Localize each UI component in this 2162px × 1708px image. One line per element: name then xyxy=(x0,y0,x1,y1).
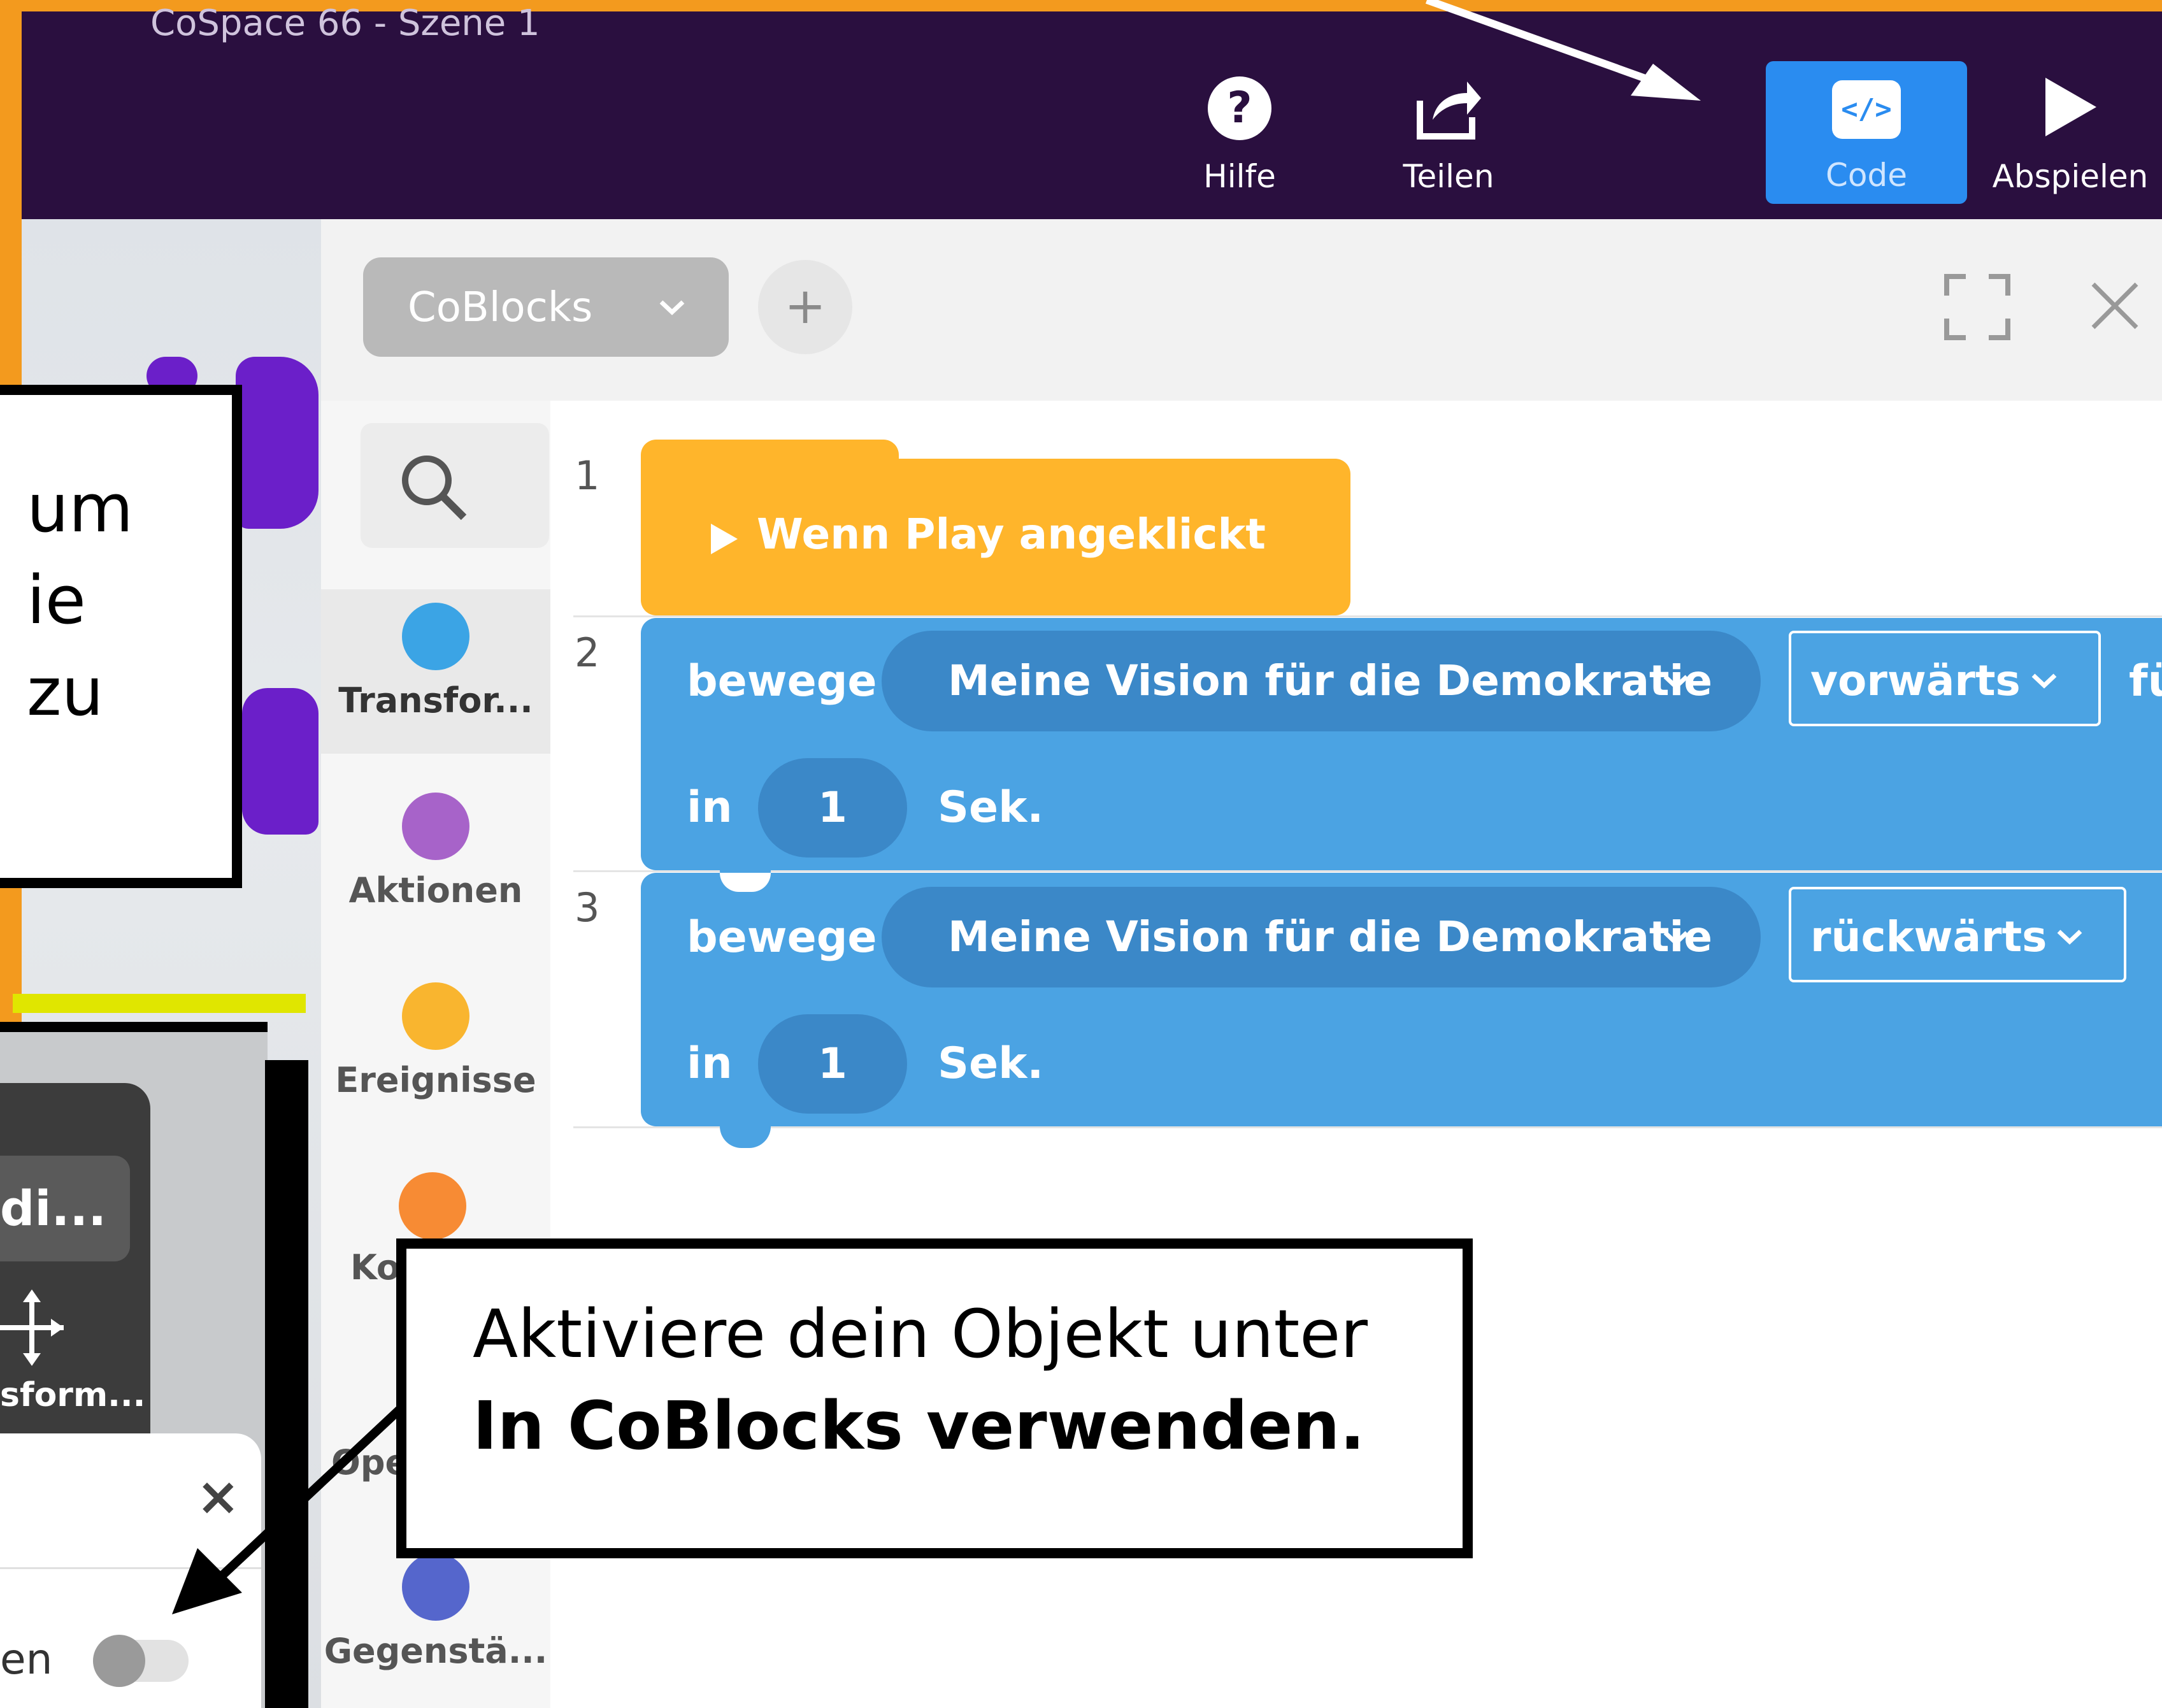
control-icon xyxy=(399,1172,466,1240)
object-dropdown-label: Meine Vision für die Demokratie xyxy=(948,656,1712,705)
unit-label: Sek. xyxy=(938,1038,1044,1089)
flag-icon xyxy=(402,982,469,1050)
edit-button[interactable]: di... xyxy=(0,1156,130,1261)
scene-ground-stripe xyxy=(13,994,306,1013)
line-number: 3 xyxy=(575,884,600,931)
category-label: Gegenstä... xyxy=(324,1631,548,1671)
category-transform[interactable]: Transfor... xyxy=(321,603,550,721)
block-verb: bewege xyxy=(687,912,877,963)
transform-label[interactable]: sform... xyxy=(0,1376,145,1414)
object-dropdown[interactable]: Meine Vision für die Demokratie xyxy=(882,631,1761,731)
category-control-label[interactable]: Ko xyxy=(350,1247,400,1288)
left-callout-line: ie xyxy=(27,561,86,639)
left-callout-line: zu xyxy=(27,653,104,731)
direction-dropdown[interactable]: rückwärts xyxy=(1789,887,2126,982)
line-separator xyxy=(573,615,2162,617)
direction-dropdown[interactable]: vorwärts xyxy=(1789,631,2101,726)
direction-label: rückwärts xyxy=(1810,912,2047,961)
scene-object-letter xyxy=(236,357,319,529)
fullscreen-icon[interactable] xyxy=(1944,274,2010,340)
block-continued-text: fü xyxy=(2129,656,2162,707)
seconds-input[interactable]: 1 xyxy=(758,1014,907,1114)
category-actions[interactable]: Aktionen xyxy=(321,793,550,910)
move-icon xyxy=(0,1289,64,1366)
share-icon xyxy=(1417,82,1481,140)
object-dropdown-label: Meine Vision für die Demokratie xyxy=(948,912,1712,961)
block-verb: bewege xyxy=(687,656,877,707)
in-label: in xyxy=(687,1038,733,1089)
unit-label: Sek. xyxy=(938,782,1044,833)
play-button[interactable]: Abspielen xyxy=(1979,62,2162,203)
code-label: Code xyxy=(1825,157,1907,194)
mode-dropdown[interactable]: CoBlocks xyxy=(363,257,729,357)
use-in-coblocks-label: en xyxy=(0,1635,53,1684)
seconds-input[interactable]: 1 xyxy=(758,758,907,858)
chevron-down-icon xyxy=(1663,931,1689,946)
play-triangle-icon xyxy=(711,524,738,554)
toggle-knob xyxy=(93,1635,145,1687)
svg-text:</>: </> xyxy=(1841,93,1891,126)
line-separator xyxy=(573,1126,2162,1128)
chevron-down-icon xyxy=(659,300,685,315)
hat-block-label: Wenn Play angeklickt xyxy=(757,510,1266,559)
use-in-coblocks-toggle[interactable] xyxy=(93,1635,189,1687)
chevron-down-icon xyxy=(2057,929,2082,945)
callout-line-2: In CoBlocks verwenden. xyxy=(473,1387,1365,1465)
scene-object-letter-2 xyxy=(242,688,319,835)
mode-dropdown-label: CoBlocks xyxy=(408,284,593,331)
object-dropdown[interactable]: Meine Vision für die Demokratie xyxy=(882,887,1761,987)
annotation-arrow-bottom xyxy=(172,1403,406,1614)
play-icon xyxy=(2045,78,2096,136)
line-number: 2 xyxy=(575,629,600,676)
help-icon: ? xyxy=(1208,76,1271,140)
in-label: in xyxy=(687,782,733,833)
chevron-down-icon xyxy=(1663,675,1689,690)
line-number: 1 xyxy=(575,452,600,499)
close-icon[interactable] xyxy=(2089,280,2140,331)
category-label: Aktionen xyxy=(348,870,523,910)
edit-label: di... xyxy=(0,1180,107,1237)
search-icon xyxy=(402,456,467,520)
eye-icon xyxy=(402,793,469,860)
left-callout-line: um xyxy=(27,470,134,547)
share-button[interactable]: Teilen xyxy=(1353,62,1544,203)
cube-icon xyxy=(402,1553,469,1621)
code-icon: </> xyxy=(1832,80,1901,139)
main-callout: Aktiviere dein Objekt unter In CoBlocks … xyxy=(396,1238,1473,1558)
palette-search[interactable] xyxy=(361,423,549,548)
help-button[interactable]: ? Hilfe xyxy=(1144,62,1335,203)
transform-icon xyxy=(402,603,469,670)
line-separator xyxy=(573,870,2162,872)
help-label: Hilfe xyxy=(1203,158,1276,195)
category-label: Ereignisse xyxy=(335,1060,536,1100)
category-events[interactable]: Ereignisse xyxy=(321,982,550,1100)
direction-label: vorwärts xyxy=(1810,656,2021,705)
chevron-down-icon xyxy=(2031,673,2057,689)
callout-line-1: Aktiviere dein Objekt unter xyxy=(473,1295,1368,1373)
svg-text:?: ? xyxy=(1227,83,1252,133)
share-label: Teilen xyxy=(1403,158,1494,195)
left-callout: um ie zu xyxy=(0,385,242,888)
play-label: Abspielen xyxy=(1992,158,2149,195)
code-button[interactable]: </> Code xyxy=(1766,61,1967,204)
add-tab-button[interactable]: + xyxy=(758,260,852,354)
category-label: Transfor... xyxy=(338,680,533,721)
scene-title: CoSpace 66 - Szene 1 xyxy=(150,3,540,44)
